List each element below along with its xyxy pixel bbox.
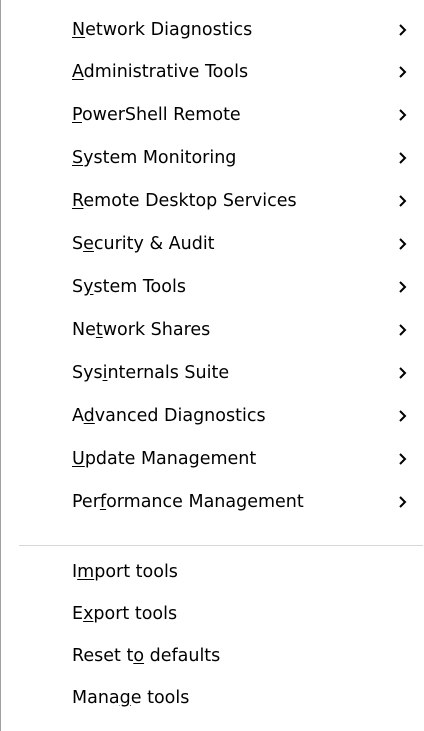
menu-item-performance-management[interactable]: Performance Management	[1, 482, 424, 522]
access-key: m	[77, 562, 95, 582]
menu-item-network-diagnostics[interactable]: Network Diagnostics	[1, 10, 424, 50]
menu-item-advanced-diagnostics[interactable]: Advanced Diagnostics	[1, 396, 424, 436]
chevron-right-icon	[398, 267, 412, 307]
menu-item-security-audit[interactable]: Security & Audit	[1, 224, 424, 264]
menu-item-label: Update Management	[72, 449, 257, 469]
menu-item-label: Security & Audit	[72, 234, 215, 254]
menu-item-label: Network Diagnostics	[72, 20, 253, 40]
chevron-right-icon	[398, 310, 412, 350]
menu-item-remote-desktop-services[interactable]: Remote Desktop Services	[1, 181, 424, 221]
context-menu: Network Diagnostics Administrative Tools…	[0, 0, 423, 731]
menu-item-label: PowerShell Remote	[72, 105, 241, 125]
menu-item-label: Export tools	[72, 604, 178, 624]
menu-separator	[19, 545, 423, 546]
chevron-right-icon	[398, 439, 412, 479]
menu-item-import-tools[interactable]: Import tools	[1, 552, 424, 592]
access-key: S	[72, 148, 84, 168]
menu-item-label: Administrative Tools	[72, 62, 249, 82]
chevron-right-icon	[398, 224, 412, 264]
access-key: P	[72, 105, 82, 125]
menu-item-label: Import tools	[72, 562, 178, 582]
menu-item-label: Advanced Diagnostics	[72, 406, 266, 426]
menu-item-label: System Tools	[72, 277, 186, 297]
menu-item-label: Remote Desktop Services	[72, 191, 297, 211]
chevron-right-icon	[398, 138, 412, 178]
access-key: e	[83, 234, 94, 254]
menu-item-export-tools[interactable]: Export tools	[1, 594, 424, 634]
menu-item-label: Reset to defaults	[72, 646, 221, 666]
menu-item-sysinternals-suite[interactable]: Sysinternals Suite	[1, 353, 424, 393]
access-key: A	[72, 62, 84, 82]
access-key: t	[95, 320, 103, 340]
access-key: N	[72, 20, 86, 40]
menu-item-label: Network Shares	[72, 320, 211, 340]
menu-item-network-shares[interactable]: Network Shares	[1, 310, 424, 350]
menu-item-manage-tools[interactable]: Manage tools	[1, 678, 424, 718]
menu-item-powershell-remote[interactable]: PowerShell Remote	[1, 95, 424, 135]
access-key: R	[72, 191, 84, 211]
chevron-right-icon	[398, 353, 412, 393]
chevron-right-icon	[398, 482, 412, 522]
menu-item-administrative-tools[interactable]: Administrative Tools	[1, 52, 424, 92]
menu-item-label: System Monitoring	[72, 148, 237, 168]
chevron-right-icon	[398, 181, 412, 221]
menu-item-system-tools[interactable]: System Tools	[1, 267, 424, 307]
chevron-right-icon	[398, 396, 412, 436]
chevron-right-icon	[398, 95, 412, 135]
access-key: d	[83, 406, 95, 426]
access-key: y	[83, 277, 94, 297]
menu-item-label: Sysinternals Suite	[72, 363, 230, 383]
chevron-right-icon	[398, 52, 412, 92]
access-key: U	[72, 449, 85, 469]
menu-item-update-management[interactable]: Update Management	[1, 439, 424, 479]
access-key: o	[133, 646, 145, 666]
chevron-right-icon	[398, 10, 412, 50]
menu-item-reset-to-defaults[interactable]: Reset to defaults	[1, 636, 424, 676]
access-key: g	[119, 688, 131, 708]
menu-item-system-monitoring[interactable]: System Monitoring	[1, 138, 424, 178]
menu-item-label: Performance Management	[72, 492, 304, 512]
access-key: x	[83, 604, 94, 624]
menu-item-label: Manage tools	[72, 688, 190, 708]
